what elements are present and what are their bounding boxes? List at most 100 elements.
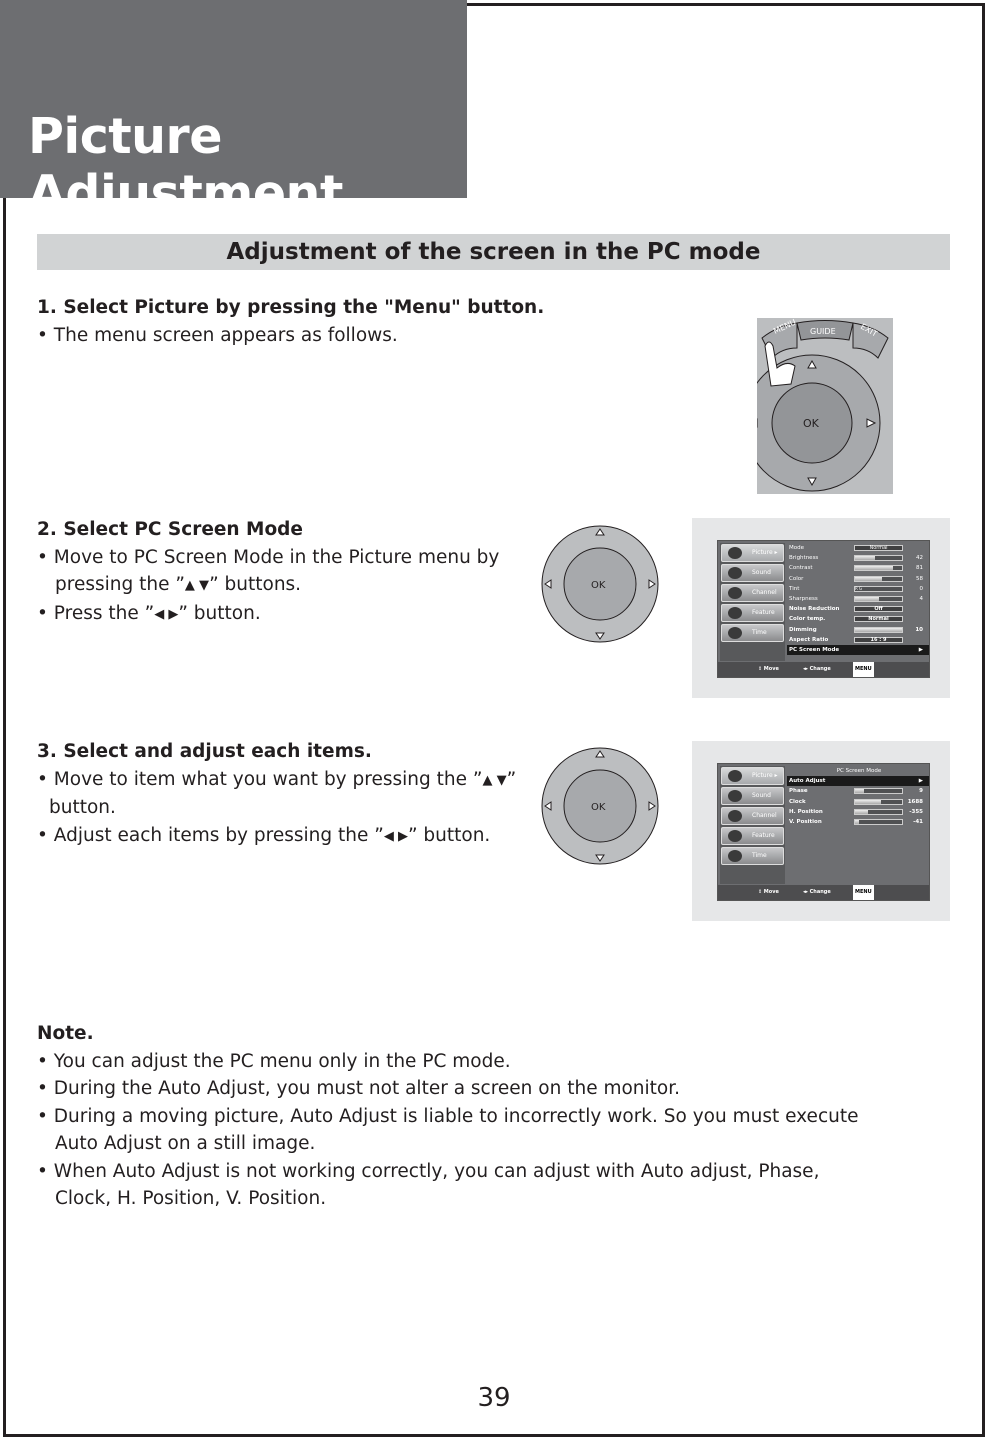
menu-category-icon <box>728 627 742 639</box>
osd-row-label: Tint <box>789 585 800 592</box>
osd-tint-slider: R G <box>854 585 903 592</box>
osd-row-label: Mode <box>789 545 804 551</box>
osd-row-label: Dimming <box>789 626 817 633</box>
osd-row: Noise Reduction Off <box>787 604 929 614</box>
svg-text:OK: OK <box>803 417 820 430</box>
title-banner: Picture Adjustment <box>0 0 467 222</box>
osd-side-item: Channel <box>721 584 784 602</box>
osd-row-label: Phase <box>789 788 808 795</box>
step-2-heading: 2. Select PC Screen Mode <box>37 519 303 540</box>
arrow-right-icon: ▶ <box>918 778 923 785</box>
osd-row: Auto Adjust ▶ <box>787 776 929 787</box>
svg-text:GUIDE: GUIDE <box>810 327 836 336</box>
osd-row: Phase 9 <box>787 786 929 796</box>
arrow-right-icon: ▶ <box>918 646 923 653</box>
menu-category-icon <box>728 810 742 822</box>
note: Note. • You can adjust the PC menu only … <box>37 1020 858 1213</box>
svg-text:OK: OK <box>591 580 606 591</box>
left-right-arrows-icon: ◀ ▶ <box>154 606 179 622</box>
osd-row-label: Aspect Ratio <box>789 636 829 643</box>
osd-row-label: Color <box>789 575 804 582</box>
osd-value-box: 16 : 9 <box>854 636 903 643</box>
osd-slider <box>854 575 903 582</box>
osd-row-label: H. Position <box>789 808 823 815</box>
osd-row-label: Clock <box>789 798 806 805</box>
osd-row: Color temp. Normal <box>787 614 929 624</box>
osd-row: Tint R G 0 <box>787 584 929 594</box>
osd-slider <box>854 818 903 825</box>
osd-pc-screen-mode: Picture ▸ Sound Channel Feature Time PC Scree… <box>692 741 950 921</box>
osd-return-hint: MENU Return <box>853 662 874 677</box>
osd-side-item: Feature <box>721 827 784 845</box>
osd-side-label: Feature <box>752 832 775 839</box>
step-3-line: • Move to item what you want by pressing… <box>37 766 516 795</box>
osd-side-item: Picture ▸ <box>721 767 784 785</box>
osd-side-item: Picture ▸ <box>721 544 784 562</box>
osd-side-label: Picture <box>752 549 773 556</box>
osd-slider <box>854 555 903 562</box>
osd-row: Dimming 10 <box>787 625 929 635</box>
osd-title: PC Screen Mode <box>836 768 882 774</box>
osd-row-value: 58 <box>916 575 923 582</box>
page-number: 39 <box>477 1383 511 1413</box>
step-3-line: button. <box>49 797 116 818</box>
osd-side-label: Channel <box>752 812 777 819</box>
note-line: • During the Auto Adjust, you must not a… <box>37 1078 681 1099</box>
note-line: Clock, H. Position, V. Position. <box>55 1188 327 1209</box>
osd-row-value: 81 <box>916 565 923 572</box>
osd-row-value: 10 <box>915 626 923 633</box>
osd-slider <box>854 788 903 795</box>
osd-slider <box>854 808 903 815</box>
note-line: • You can adjust the PC menu only in the… <box>37 1050 511 1072</box>
menu-category-icon <box>728 790 742 802</box>
step-1: 1. Select Picture by pressing the "Menu"… <box>37 294 544 349</box>
step-2-line: pressing the ”▲ ▼” buttons. <box>37 571 499 600</box>
osd-slider <box>854 798 903 805</box>
osd-row: PC Screen Mode ▶ <box>787 644 929 656</box>
osd-row: V. Position -41 <box>787 817 929 827</box>
osd-row: Sharpness 4 <box>787 594 929 604</box>
step-3-heading: 3. Select and adjust each items. <box>37 741 372 762</box>
osd-side-item: Channel <box>721 807 784 825</box>
up-down-arrows-icon: ▲ ▼ <box>184 578 210 593</box>
text: • Press the ” <box>37 602 155 624</box>
osd-picture-menu: Picture ▸ Sound Channel Feature Time Mode Norm… <box>692 518 950 698</box>
osd-row: Aspect Ratio 16 : 9 <box>787 635 929 645</box>
osd-side-item: Sound <box>721 787 784 805</box>
osd-row-value: 0 <box>919 585 924 592</box>
osd-side-label: Sound <box>752 792 771 799</box>
text: ” <box>506 768 517 790</box>
osd-side-item: Time <box>721 624 784 642</box>
osd-row-value: 42 <box>916 555 923 562</box>
menu-category-icon <box>728 830 742 842</box>
osd-row-value: 9 <box>919 788 923 795</box>
step-2-line: • Move to PC Screen Mode in the Picture … <box>37 546 500 568</box>
note-line: Auto Adjust on a still image. <box>55 1133 316 1154</box>
menu-category-icon <box>728 547 742 559</box>
osd-row-label: Contrast <box>789 565 813 572</box>
osd-side-label: Picture <box>752 772 773 779</box>
osd-row: Contrast 81 <box>787 563 929 573</box>
menu-category-icon <box>728 567 742 579</box>
osd-row: H. Position -355 <box>787 807 929 817</box>
note-line: • During a moving picture, Auto Adjust i… <box>37 1105 859 1127</box>
osd-side-item: Time <box>721 847 784 865</box>
osd-row-label: Brightness <box>789 555 819 562</box>
osd-side-label: Time <box>752 852 767 859</box>
osd-return-hint: MENU Return <box>853 885 874 900</box>
osd-row-label: Sharpness <box>789 595 818 602</box>
up-down-arrows-icon: ▲ ▼ <box>482 772 507 788</box>
text: ” button. <box>178 602 261 624</box>
osd-slider <box>854 595 903 602</box>
osd-row-label: PC Screen Mode <box>789 646 840 653</box>
osd-value-box: Normal <box>854 616 903 623</box>
osd-row: Brightness 42 <box>787 553 929 563</box>
osd-row-label: Noise Reduction <box>789 606 840 613</box>
osd-row-value: -355 <box>909 808 923 815</box>
osd-side-item: Sound <box>721 564 784 582</box>
note-line: • When Auto Adjust is not working correc… <box>37 1160 820 1182</box>
osd-side-label: Time <box>752 629 767 636</box>
step-1-heading: 1. Select Picture by pressing the "Menu"… <box>37 297 545 318</box>
osd-row: Clock 1688 <box>787 797 929 807</box>
page-title: Picture Adjustment <box>28 108 343 222</box>
